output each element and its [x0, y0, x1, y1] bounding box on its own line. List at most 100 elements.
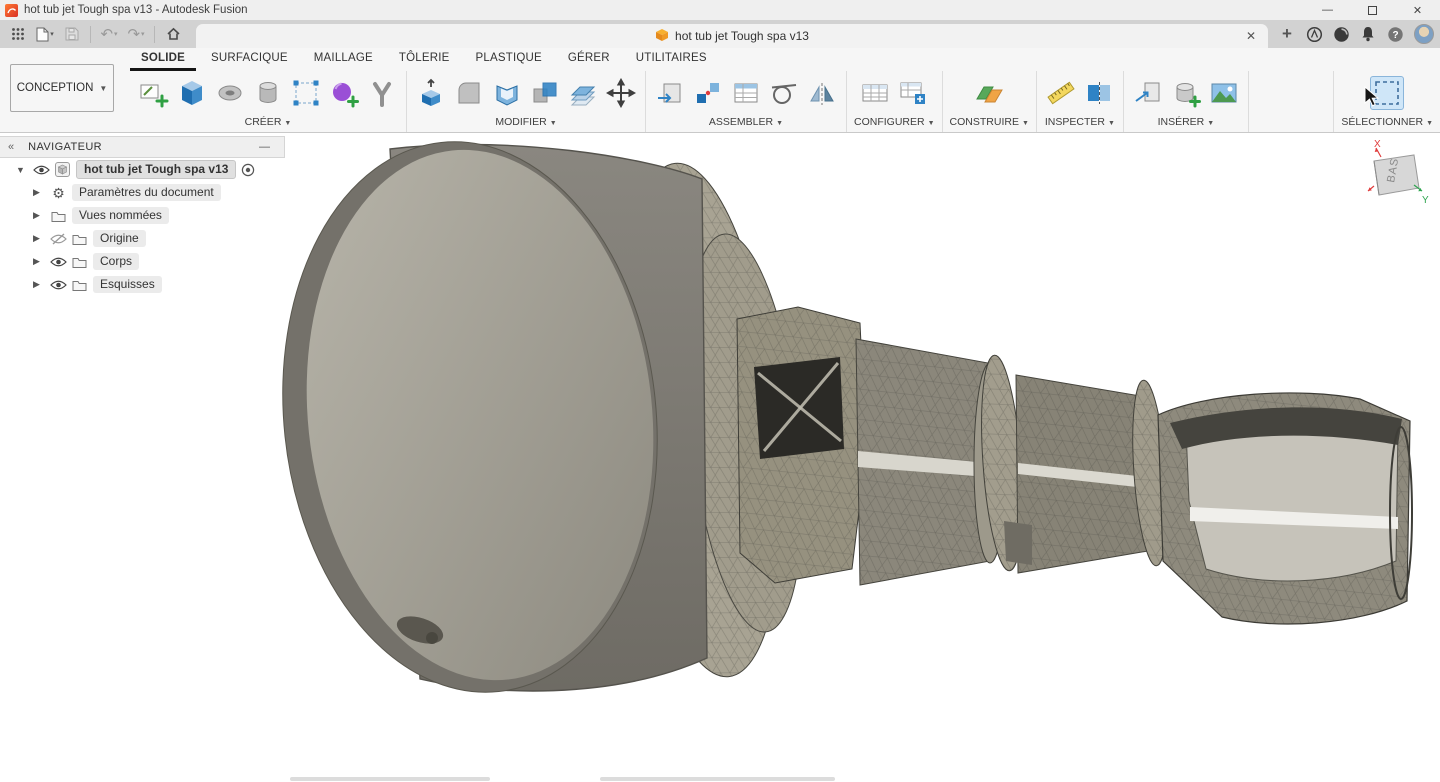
insert-image-icon[interactable]	[1207, 76, 1241, 110]
folder-icon	[69, 256, 90, 268]
home-icon[interactable]	[161, 22, 185, 46]
document-tab[interactable]: hot tub jet Tough spa v13 ✕	[196, 24, 1268, 48]
tree-item-label[interactable]: Vues nommées	[72, 206, 169, 225]
cylinder-icon[interactable]	[251, 76, 285, 110]
visibility-eye-icon[interactable]	[48, 279, 69, 291]
tree-item-sketches[interactable]: ▶ Esquisses	[0, 273, 285, 296]
tab-utilitaires[interactable]: UTILITAIRES	[625, 48, 718, 71]
axis-x-label: X	[1374, 139, 1381, 150]
group-label-configurer[interactable]: CONFIGURER ▼	[854, 115, 935, 132]
sweep-icon[interactable]	[365, 76, 399, 110]
save-icon[interactable]	[60, 22, 84, 46]
joint-icon[interactable]	[691, 76, 725, 110]
redo-icon[interactable]: ↷ ▾	[124, 22, 148, 46]
tree-item-origin[interactable]: ▶ Origine	[0, 227, 285, 250]
create-sketch-icon[interactable]	[137, 76, 171, 110]
extrude-icon[interactable]	[175, 76, 209, 110]
tangent-relation-icon[interactable]	[767, 76, 801, 110]
visibility-eye-icon[interactable]	[31, 164, 52, 176]
tab-solide[interactable]: SOLIDE	[130, 48, 197, 71]
mirror-icon[interactable]	[805, 76, 839, 110]
expand-caret-icon[interactable]: ▶	[33, 256, 48, 267]
undo-icon[interactable]: ↶ ▾	[97, 22, 121, 46]
activate-component-radio-icon[interactable]	[241, 163, 255, 177]
group-label-selectionner[interactable]: SÉLECTIONNER ▼	[1341, 115, 1433, 132]
tab-surfacique[interactable]: SURFACIQUE	[200, 48, 299, 71]
new-component-icon[interactable]	[653, 76, 687, 110]
visibility-eye-icon[interactable]	[48, 256, 69, 268]
press-pull-icon[interactable]	[414, 76, 448, 110]
document-tab-label: hot tub jet Tough spa v13	[675, 29, 809, 43]
expand-caret-icon[interactable]: ▶	[33, 187, 48, 198]
workspace-selector[interactable]: CONCEPTION ▼	[10, 64, 114, 112]
group-label-construire[interactable]: CONSTRUIRE ▼	[950, 115, 1029, 132]
viewport-canvas[interactable]: « NAVIGATEUR — ▼ hot tub jet Tough spa v…	[0, 133, 1440, 782]
minimize-icon[interactable]: —	[1305, 0, 1350, 20]
group-label-inserer[interactable]: INSÉRER ▼	[1131, 115, 1241, 132]
notifications-bell-icon[interactable]	[1356, 22, 1380, 46]
configuration-table-icon[interactable]	[858, 76, 892, 110]
group-label-modifier[interactable]: MODIFIER ▼	[414, 115, 638, 132]
insert-mesh-icon[interactable]	[1169, 76, 1203, 110]
ribbon-group-assembler: ASSEMBLER ▼	[646, 71, 847, 132]
close-icon[interactable]: ✕	[1395, 0, 1440, 20]
ribbon-group-inspecter: INSPECTER ▼	[1037, 71, 1124, 132]
visibility-hidden-eye-icon[interactable]	[48, 232, 69, 245]
fillet-icon[interactable]	[452, 76, 486, 110]
tree-item-named-views[interactable]: ▶ Vues nommées	[0, 204, 285, 227]
expand-caret-icon[interactable]: ▶	[33, 233, 48, 244]
help-icon[interactable]: ?	[1383, 22, 1407, 46]
tree-item-label[interactable]: hot tub jet Tough spa v13	[76, 159, 237, 180]
expand-caret-icon[interactable]: ▶	[33, 279, 48, 290]
settings-gear-icon: ⚙	[52, 184, 65, 201]
tree-item-label[interactable]: Corps	[93, 252, 140, 271]
svg-text:?: ?	[1392, 30, 1398, 41]
revolve-icon[interactable]	[213, 76, 247, 110]
configuration-insert-icon[interactable]	[896, 76, 930, 110]
tab-maillage[interactable]: MAILLAGE	[303, 48, 384, 71]
group-label-creer[interactable]: CRÉER ▼	[137, 115, 399, 132]
tree-item-label[interactable]: Origine	[93, 229, 146, 248]
maximize-icon[interactable]	[1350, 0, 1395, 20]
tree-item-root-component[interactable]: ▼ hot tub jet Tough spa v13	[0, 158, 285, 181]
view-cube[interactable]: X BAS Y	[1348, 133, 1440, 211]
create-form-icon[interactable]	[327, 76, 361, 110]
tab-gerer[interactable]: GÉRER	[557, 48, 621, 71]
combine-icon[interactable]	[528, 76, 562, 110]
tab-tolerie[interactable]: TÔLERIE	[388, 48, 461, 71]
timeline-strip-left	[290, 777, 490, 781]
minimize-panel-icon[interactable]: —	[259, 141, 284, 153]
job-status-icon[interactable]	[1329, 22, 1353, 46]
tree-item-document-settings[interactable]: ▶ ⚙ Paramètres du document	[0, 181, 285, 204]
collapse-panel-icon[interactable]: «	[0, 141, 20, 153]
ribbon-group-construire: CONSTRUIRE ▼	[943, 71, 1037, 132]
new-tab-icon[interactable]: +	[1275, 22, 1299, 46]
pattern-box-icon[interactable]	[289, 76, 323, 110]
shell-icon[interactable]	[490, 76, 524, 110]
document-cube-icon	[655, 28, 669, 45]
tree-item-bodies[interactable]: ▶ Corps	[0, 250, 285, 273]
ribbon-group-modifier: MODIFIER ▼	[407, 71, 646, 132]
insert-derive-icon[interactable]	[1131, 76, 1165, 110]
axis-y-label: Y	[1422, 195, 1429, 206]
joint-list-icon[interactable]	[729, 76, 763, 110]
extensions-icon[interactable]	[1302, 22, 1326, 46]
workspace-label: CONCEPTION	[16, 82, 94, 94]
file-menu-icon[interactable]: ▾	[33, 22, 57, 46]
app-grid-icon[interactable]	[6, 22, 30, 46]
tab-plastique[interactable]: PLASTIQUE	[465, 48, 553, 71]
measure-icon[interactable]	[1044, 76, 1078, 110]
tree-item-label[interactable]: Paramètres du document	[72, 183, 221, 202]
offset-face-icon[interactable]	[566, 76, 600, 110]
group-label-inspecter[interactable]: INSPECTER ▼	[1044, 115, 1116, 132]
tab-close-icon[interactable]: ✕	[1246, 29, 1256, 43]
group-label-assembler[interactable]: ASSEMBLER ▼	[653, 115, 839, 132]
expand-caret-icon[interactable]: ▶	[33, 210, 48, 221]
section-analysis-icon[interactable]	[1082, 76, 1116, 110]
construction-plane-icon[interactable]	[972, 76, 1006, 110]
user-avatar[interactable]	[1414, 24, 1434, 44]
move-icon[interactable]	[604, 76, 638, 110]
expand-caret-icon[interactable]: ▼	[16, 165, 31, 175]
chevron-down-icon: ▼	[927, 120, 935, 127]
tree-item-label[interactable]: Esquisses	[93, 275, 162, 294]
